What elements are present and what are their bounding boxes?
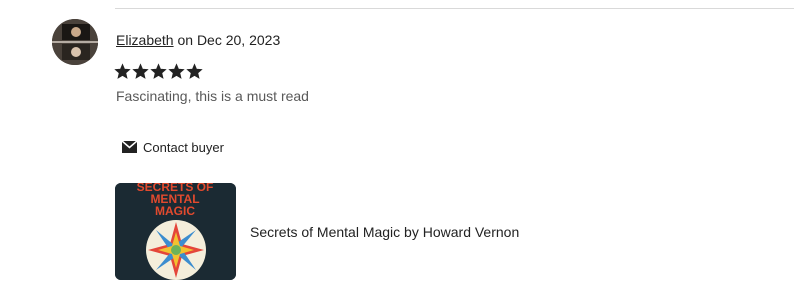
review-date: on Dec 20, 2023 <box>177 32 281 48</box>
book-cover-image: SECRETS OF MENTAL MAGIC <box>115 183 236 280</box>
item-thumbnail[interactable]: SECRETS OF MENTAL MAGIC <box>115 183 236 280</box>
avatar-photo <box>52 19 98 65</box>
star-icon <box>168 63 185 79</box>
review-text: Fascinating, this is a must read <box>116 88 309 104</box>
star-icon <box>150 63 167 79</box>
top-divider <box>115 8 794 9</box>
star-icon <box>132 63 149 79</box>
reviewer-avatar[interactable] <box>52 19 98 65</box>
svg-text:MAGIC: MAGIC <box>155 204 195 218</box>
review-meta: Elizabeth on Dec 20, 2023 <box>116 32 280 48</box>
contact-buyer-button[interactable]: Contact buyer <box>114 132 232 162</box>
star-icon <box>186 63 203 79</box>
envelope-icon <box>122 141 137 153</box>
star-rating <box>114 63 203 85</box>
reviewer-name-link[interactable]: Elizabeth <box>116 32 174 48</box>
star-icon <box>114 63 131 79</box>
purchased-item[interactable]: SECRETS OF MENTAL MAGIC Secrets of Menta… <box>115 183 519 280</box>
contact-buyer-label: Contact buyer <box>143 139 224 155</box>
item-title: Secrets of Mental Magic by Howard Vernon <box>250 223 520 240</box>
